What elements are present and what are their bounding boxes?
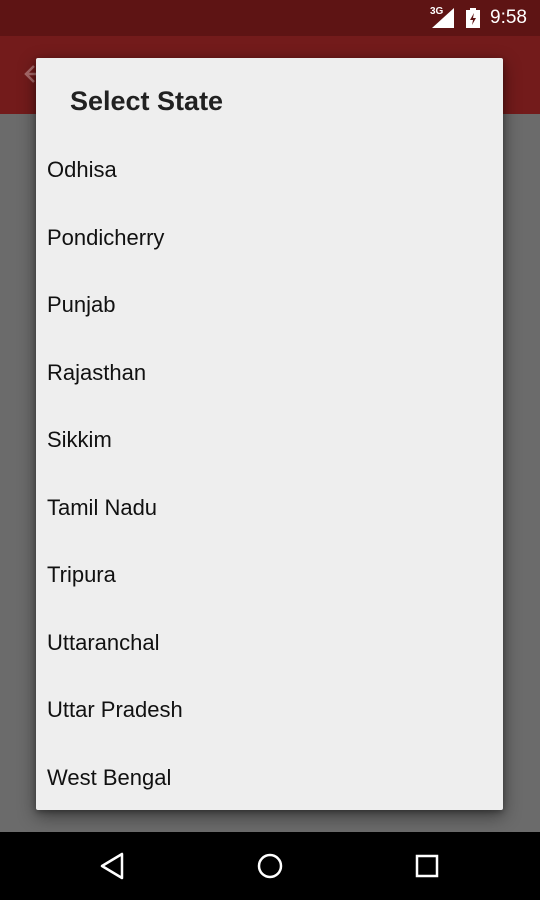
navigation-bar — [0, 832, 540, 900]
state-option-west-bengal[interactable]: West Bengal — [36, 744, 503, 812]
home-circle-icon[interactable] — [254, 850, 286, 882]
clock: 9:58 — [490, 7, 527, 28]
state-list: Odhisa Pondicherry Punjab Rajasthan Sikk… — [36, 136, 503, 811]
state-option-tamil-nadu[interactable]: Tamil Nadu — [36, 474, 503, 542]
state-option-uttar-pradesh[interactable]: Uttar Pradesh — [36, 676, 503, 744]
state-option-uttaranchal[interactable]: Uttaranchal — [36, 609, 503, 677]
select-state-dialog: Select State Odhisa Pondicherry Punjab R… — [36, 58, 503, 810]
state-option-punjab[interactable]: Punjab — [36, 271, 503, 339]
recents-square-icon[interactable] — [411, 850, 443, 882]
battery-icon — [466, 8, 480, 33]
signal-icon — [432, 8, 454, 33]
screen: 3G 9:58 Select State Odhisa Pondicherry — [0, 0, 540, 900]
status-bar: 3G 9:58 — [0, 0, 540, 36]
back-triangle-icon[interactable] — [97, 850, 129, 882]
state-option-tripura[interactable]: Tripura — [36, 541, 503, 609]
state-option-odhisa[interactable]: Odhisa — [36, 136, 503, 204]
state-option-pondicherry[interactable]: Pondicherry — [36, 204, 503, 272]
dialog-title: Select State — [70, 86, 224, 116]
state-option-rajasthan[interactable]: Rajasthan — [36, 339, 503, 407]
state-option-sikkim[interactable]: Sikkim — [36, 406, 503, 474]
